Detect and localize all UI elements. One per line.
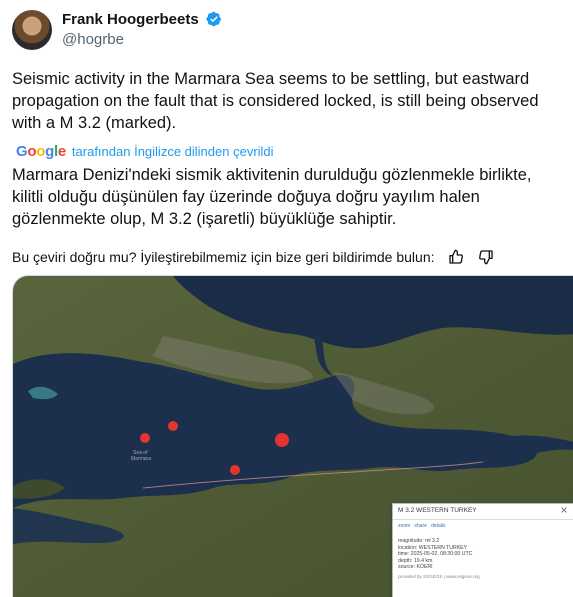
author-name-row[interactable]: Frank Hoogerbeets: [62, 11, 222, 29]
popup-link-details[interactable]: details: [431, 523, 445, 529]
translation-feedback: Bu çeviri doğru mu? İyileştirebilmemiz i…: [12, 247, 495, 267]
author-name[interactable]: Frank Hoogerbeets: [62, 11, 199, 28]
thumbs-down-icon[interactable]: [477, 248, 495, 266]
popup-time: time: 2025-05-02, 08:30:00 UTC: [398, 551, 473, 558]
popup-links: zoom share details: [393, 520, 573, 536]
earthquake-marker-m32: [275, 433, 289, 447]
avatar[interactable]: [12, 10, 52, 50]
translation-attribution-text[interactable]: tarafından İngilizce dilinden çevrildi: [72, 144, 274, 159]
popup-details: magnitude: ml 3.2 location: WESTERN TURK…: [393, 536, 573, 573]
verified-badge-icon: [206, 11, 221, 27]
thumbs-up-icon[interactable]: [447, 248, 465, 266]
popup-title-text: M 3.2 WESTERN TURKEY: [398, 507, 477, 514]
author-handle[interactable]: @hogrbe: [62, 31, 124, 49]
popup-location: location: WESTERN TURKEY: [398, 544, 468, 551]
earthquake-marker: [230, 465, 240, 475]
translated-text: Marmara Denizi'ndeki sismik aktivitenin …: [12, 166, 532, 228]
earthquake-marker: [168, 421, 178, 431]
popup-magnitude: magnitude: ml 3.2: [398, 538, 440, 544]
popup-source: source: KOERI: [398, 564, 433, 571]
popup-depth: depth: 19.4 km.: [398, 557, 434, 564]
popup-link-share[interactable]: share: [414, 523, 427, 529]
close-icon[interactable]: [559, 506, 569, 514]
translation-attribution: Google tarafından İngilizce dilinden çev…: [16, 141, 274, 161]
popup-title: M 3.2 WESTERN TURKEY: [393, 504, 573, 520]
earthquake-info-popup: M 3.2 WESTERN TURKEY zoom share details …: [392, 503, 573, 597]
attached-map-image[interactable]: Sea of Marmara M 3.2 WESTERN TURKEY zoom …: [12, 275, 573, 597]
feedback-prompt: Bu çeviri doğru mu? İyileştirebilmemiz i…: [12, 249, 435, 265]
google-logo: Google: [16, 142, 66, 160]
popup-footer: provided by SSGEOS | www.ssgeos.org: [398, 573, 480, 579]
earthquake-marker: [140, 433, 150, 443]
tweet-text: Seismic activity in the Marmara Sea seem…: [12, 70, 539, 132]
popup-link-zoom[interactable]: zoom: [398, 523, 410, 529]
